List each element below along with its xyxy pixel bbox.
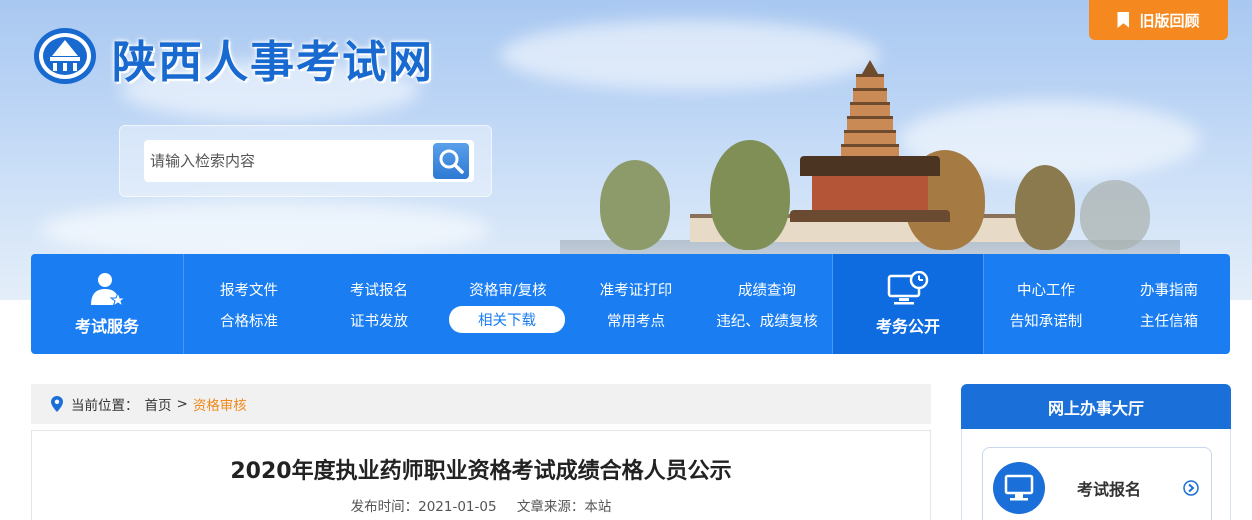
monitor-clock-icon: [887, 271, 929, 305]
breadcrumb-prefix: 当前位置：: [71, 398, 139, 414]
nav-link-certificate[interactable]: 证书发放: [336, 310, 422, 331]
user-star-icon: [91, 273, 127, 307]
location-pin-icon: [51, 396, 63, 412]
site-title[interactable]: 陕西人事考试网: [112, 26, 434, 90]
nav-link-admission-print[interactable]: 准考证打印: [586, 279, 686, 300]
article-title: 2020年度执业药师职业资格考试成绩合格人员公示: [230, 459, 732, 484]
bookmark-icon: [1117, 12, 1130, 28]
hall-body: [812, 176, 928, 210]
online-registration-item[interactable]: 考试报名: [982, 447, 1212, 520]
article-meta: 发布时间：2021-01-05 文章来源：本站: [32, 495, 930, 515]
tree: [710, 140, 790, 250]
nav-link-registration[interactable]: 考试报名: [336, 279, 422, 300]
exam-public-label: 考务公开: [875, 317, 940, 336]
nav-link-exam-sites[interactable]: 常用考点: [591, 310, 681, 331]
old-version-button[interactable]: 旧版回顾: [1089, 0, 1228, 40]
site-logo-icon: [34, 28, 96, 84]
old-version-label: 旧版回顾: [1139, 11, 1200, 30]
pagoda-tier: [850, 102, 890, 116]
tree: [1015, 165, 1075, 250]
search-input[interactable]: [144, 140, 474, 182]
pagoda-tier: [844, 130, 896, 144]
publish-info: 发布时间：2021-01-05: [351, 499, 497, 515]
online-hall-heading: 网上办事大厅: [961, 384, 1231, 429]
arrow-right-circle-icon[interactable]: [1183, 480, 1199, 496]
search-panel: [119, 125, 492, 197]
nav-link-commitment[interactable]: 告知承诺制: [999, 310, 1093, 331]
nav-link-violation-review[interactable]: 违纪、成绩复核: [709, 310, 825, 331]
exam-service-label: 考试服务: [74, 317, 139, 336]
main-navigation: 考试服务 报考文件 考试报名 资格审/复核 准考证打印 成绩查询 合格标准 证书…: [31, 254, 1230, 354]
source-info: 文章来源：本站: [517, 499, 612, 515]
nav-link-downloads[interactable]: 相关下载: [449, 306, 565, 333]
pagoda-spire: [862, 60, 878, 74]
nav-link-qualification-review[interactable]: 资格审/复核: [451, 279, 565, 300]
breadcrumb: 当前位置： 首页 > 资格审核: [31, 384, 931, 424]
pagoda-tier: [856, 74, 884, 88]
publish-label: 发布时间：: [350, 499, 419, 515]
hall-base: [790, 210, 950, 222]
nav-link-pass-standard[interactable]: 合格标准: [206, 310, 292, 331]
breadcrumb-separator: >: [176, 396, 188, 412]
nav-link-director-mailbox[interactable]: 主任信箱: [1129, 310, 1209, 331]
pagoda-tier: [853, 88, 887, 102]
tree: [600, 160, 670, 250]
tree: [1080, 180, 1150, 250]
search-icon: [439, 149, 464, 174]
nav-divider: [183, 254, 184, 354]
cloud-decoration: [40, 200, 490, 260]
monitor-icon: [1004, 474, 1034, 501]
search-button[interactable]: [433, 143, 469, 179]
nav-link-apply-docs[interactable]: 报考文件: [206, 279, 292, 300]
exam-public-block[interactable]: 考务公开: [832, 254, 984, 354]
nav-link-center-work[interactable]: 中心工作: [1006, 279, 1086, 300]
source-value: 本站: [584, 499, 612, 515]
side-icon-circle: [993, 462, 1045, 514]
source-label: 文章来源：: [516, 499, 585, 515]
hall-roof: [800, 156, 940, 176]
online-registration-label: 考试报名: [1077, 480, 1142, 499]
nav-link-score-query[interactable]: 成绩查询: [721, 279, 813, 300]
pagoda-tier: [847, 116, 893, 130]
article-panel: 2020年度执业药师职业资格考试成绩合格人员公示 发布时间：2021-01-05…: [31, 430, 931, 520]
publish-date: 2021-01-05: [418, 499, 497, 515]
online-hall-panel: 考试报名: [961, 429, 1231, 520]
exam-service-block[interactable]: 考试服务: [31, 254, 183, 354]
breadcrumb-home[interactable]: 首页: [145, 394, 172, 414]
nav-link-guide[interactable]: 办事指南: [1129, 279, 1209, 300]
breadcrumb-current[interactable]: 资格审核: [193, 394, 247, 414]
